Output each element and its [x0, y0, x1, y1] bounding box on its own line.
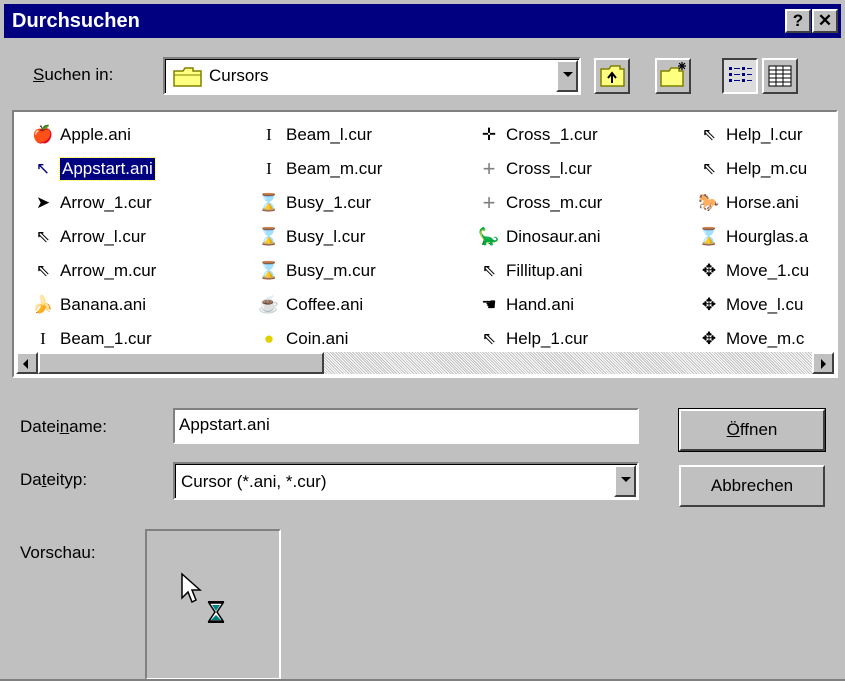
list-item[interactable]: ✥ Move_m.c: [696, 322, 809, 356]
up-folder-button[interactable]: [594, 58, 630, 94]
appstart-cursor-icon: ↖: [35, 159, 51, 178]
hourglass-icon: ⌛: [258, 193, 280, 212]
horse-icon: 🐎: [698, 193, 720, 212]
list-item[interactable]: I Beam_1.cur: [30, 322, 156, 356]
file-list[interactable]: 🍎 Apple.ani ↖ Appstart.ani ➤ Arrow_1.cur ⇖ A…: [12, 110, 838, 378]
arrow-cursor-icon: ⇖: [35, 261, 51, 280]
list-item[interactable]: 🍌 Banana.ani: [30, 288, 156, 322]
filetype-dropdown[interactable]: Cursor (*.ani, *.cur): [173, 462, 639, 500]
file-column-3: ✛ Cross_1.cur + Cross_l.cur + Cross_m.cur 🦕…: [476, 118, 602, 356]
list-item[interactable]: ⌛ Busy_m.cur: [256, 254, 382, 288]
list-item[interactable]: 🐎 Horse.ani: [696, 186, 809, 220]
look-in-label: Suchen in:: [33, 65, 114, 84]
new-folder-icon: [660, 62, 686, 87]
banana-icon: 🍌: [32, 295, 54, 314]
list-item[interactable]: ⇖ Fillitup.ani: [476, 254, 602, 288]
window-title: Durchsuchen: [12, 10, 140, 32]
list-item[interactable]: ⌛ Busy_1.cur: [256, 186, 382, 220]
list-item[interactable]: ● Coin.ani: [256, 322, 382, 356]
fillitup-cursor-icon: ⇖: [481, 261, 497, 280]
filetype-label: Dateityp:: [20, 470, 88, 489]
list-item[interactable]: 🦕 Dinosaur.ani: [476, 220, 602, 254]
list-item[interactable]: ⌛ Busy_l.cur: [256, 220, 382, 254]
horizontal-scrollbar[interactable]: [16, 352, 834, 374]
list-item[interactable]: ☚ Hand.ani: [476, 288, 602, 322]
apple-icon: 🍎: [32, 125, 54, 144]
open-button[interactable]: Öffnen: [678, 408, 826, 452]
list-view-button[interactable]: [722, 58, 758, 94]
hourglass-icon: ⌛: [258, 261, 280, 280]
list-item[interactable]: + Cross_l.cur: [476, 152, 602, 186]
new-folder-button[interactable]: [655, 58, 691, 94]
list-item[interactable]: ⇖ Arrow_m.cur: [30, 254, 156, 288]
hourglass-icon: ⌛: [258, 227, 280, 246]
help-button[interactable]: ?: [785, 9, 811, 33]
appstart-cursor-preview-icon: [181, 572, 225, 623]
title-bar: Durchsuchen ? ✕: [4, 4, 841, 38]
preview-label: Vorschau:: [20, 543, 96, 562]
coffee-icon: ☕: [258, 295, 280, 314]
details-view-icon: [768, 65, 792, 87]
list-item[interactable]: 🍎 Apple.ani: [30, 118, 156, 152]
list-item[interactable]: ✛ Cross_1.cur: [476, 118, 602, 152]
arrow-cursor-icon: ➤: [35, 193, 51, 212]
file-column-1: 🍎 Apple.ani ↖ Appstart.ani ➤ Arrow_1.cur ⇖ A…: [30, 118, 156, 356]
beam-cursor-icon: I: [266, 125, 272, 144]
cross-cursor-icon: +: [482, 156, 496, 181]
list-item[interactable]: ⌛ Hourglas.a: [696, 220, 809, 254]
coin-icon: ●: [263, 329, 275, 348]
hourglass-icon: ⌛: [698, 227, 720, 246]
beam-cursor-icon: I: [40, 329, 46, 348]
details-view-button[interactable]: [762, 58, 798, 94]
list-item[interactable]: I Beam_l.cur: [256, 118, 382, 152]
list-item[interactable]: + Cross_m.cur: [476, 186, 603, 220]
list-item[interactable]: ☕ Coffee.ani: [256, 288, 382, 322]
list-item[interactable]: ✥ Move_1.cu: [696, 254, 809, 288]
move-cursor-icon: ✥: [701, 295, 717, 314]
move-cursor-icon: ✥: [701, 261, 717, 280]
look-in-dropdown-arrow[interactable]: [556, 60, 578, 92]
file-column-2: I Beam_l.cur I Beam_m.cur ⌛ Busy_1.cur ⌛ Bus…: [256, 118, 382, 356]
cancel-button[interactable]: Abbrechen: [679, 465, 825, 507]
filetype-value: Cursor (*.ani, *.cur): [181, 472, 327, 491]
filename-input[interactable]: Appstart.ani: [173, 408, 639, 444]
list-item[interactable]: ⇖ Arrow_l.cur: [30, 220, 156, 254]
list-item[interactable]: I Beam_m.cur: [256, 152, 382, 186]
beam-cursor-icon: I: [266, 159, 272, 178]
filename-label: Dateiname:: [20, 417, 107, 436]
move-cursor-icon: ✥: [701, 329, 717, 348]
list-item[interactable]: ➤ Arrow_1.cur: [30, 186, 156, 220]
arrow-cursor-icon: ⇖: [35, 227, 51, 246]
scroll-thumb[interactable]: [38, 352, 324, 374]
file-column-4: ⇖ Help_l.cur ⇖ Help_m.cu 🐎 Horse.ani ⌛ Hourg…: [696, 118, 809, 356]
list-item[interactable]: ⇖ Help_1.cur: [476, 322, 602, 356]
help-cursor-icon: ⇖: [481, 329, 497, 348]
help-cursor-icon: ⇖: [701, 159, 717, 178]
close-button[interactable]: ✕: [812, 9, 838, 33]
filetype-dropdown-arrow[interactable]: [614, 465, 636, 497]
dinosaur-icon: 🦕: [478, 227, 500, 246]
look-in-dropdown[interactable]: Cursors: [163, 57, 581, 95]
folder-icon: [173, 67, 202, 87]
help-cursor-icon: ⇖: [701, 125, 717, 144]
up-folder-icon: [600, 65, 625, 87]
list-item[interactable]: ⇖ Help_m.cu: [696, 152, 809, 186]
hand-cursor-icon: ☚: [481, 295, 497, 314]
cross-cursor-icon: +: [482, 190, 496, 215]
preview-panel: [145, 529, 281, 680]
list-item[interactable]: ⇖ Help_l.cur: [696, 118, 809, 152]
list-view-icon: [729, 67, 752, 82]
list-item[interactable]: ↖ Appstart.ani: [30, 152, 156, 186]
scroll-right-button[interactable]: [812, 352, 834, 374]
scroll-left-button[interactable]: [16, 352, 38, 374]
list-item[interactable]: ✥ Move_l.cu: [696, 288, 809, 322]
look-in-value: Cursors: [209, 66, 269, 85]
cross-cursor-icon: ✛: [481, 125, 497, 144]
